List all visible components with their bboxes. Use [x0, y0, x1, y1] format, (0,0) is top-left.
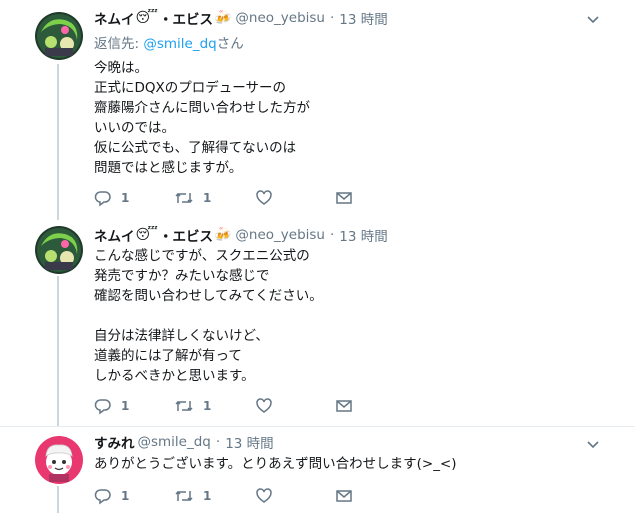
avatar[interactable]: [35, 436, 83, 484]
display-name[interactable]: すみれ: [94, 432, 135, 452]
reply-button[interactable]: 1: [94, 396, 129, 416]
tweet-text: こんな感じですが、スクエニ公式の 発売ですか？みたいな感じで 確認を問い合わせし…: [94, 246, 323, 386]
like-button[interactable]: [255, 396, 273, 416]
tweet-text-line: 齋藤陽介さんに問い合わせした方が: [94, 100, 310, 116]
like-icon: [256, 488, 272, 503]
tweet-text: ありがとうございます。とりあえず問い合わせします(>_<): [94, 454, 457, 474]
tweet-text-line: しかるべきかと思います。: [94, 368, 255, 384]
like-icon: [256, 398, 272, 413]
tweet-text-line: 正式にDQXのプロデューサーの: [94, 80, 286, 96]
chevron-down-icon[interactable]: [585, 11, 601, 27]
tweet-header: ネムイ 😴 ・エビス 🍻 @neo_yebisu · 13 時間: [94, 8, 388, 28]
user-handle[interactable]: @neo_yebisu: [235, 227, 325, 243]
tweet-divider: [0, 426, 635, 427]
tweet-text-line: 道義的には了解が有って: [94, 348, 242, 364]
tweet-text-line: 自分は法律詳しくないけど、: [94, 328, 269, 344]
retweet-count: 1: [203, 399, 212, 413]
tweet-text-line: 発売ですか？みたいな感じで: [94, 268, 270, 284]
reply-count: 1: [121, 399, 130, 413]
reply-to-prefix: 返信先:: [94, 36, 144, 52]
reply-icon: [94, 191, 111, 207]
tweet-text-line: [94, 306, 323, 326]
retweet-button[interactable]: 1: [174, 486, 211, 506]
tweet-text-line: いいのでは。: [94, 120, 175, 136]
user-handle[interactable]: @neo_yebisu: [235, 10, 325, 26]
sleepy-emoji-icon: 😴: [135, 227, 158, 243]
retweet-icon: [175, 400, 193, 412]
tweet-text: 今晩は。 正式にDQXのプロデューサーの 齋藤陽介さんに問い合わせした方が いい…: [94, 58, 310, 178]
reply-button[interactable]: 1: [94, 486, 129, 506]
retweet-icon: [175, 192, 193, 204]
dm-icon: [336, 192, 352, 204]
tweet-text-line: 仮に公式でも、了解得てないのは: [94, 140, 297, 156]
reply-icon: [94, 399, 111, 415]
like-icon: [256, 190, 272, 205]
tweet-actions: 1 1: [94, 188, 364, 208]
tweet-actions: 1 1: [94, 396, 364, 416]
beer-emoji-icon: 🍻: [213, 10, 232, 26]
separator-dot: ·: [329, 227, 335, 243]
retweet-button[interactable]: 1: [174, 188, 211, 208]
user-handle[interactable]: @smile_dq: [138, 434, 211, 450]
tweet-3[interactable]: すみれ @smile_dq · 13 時間 ありがとうございます。とりあえず問い…: [0, 428, 635, 513]
timestamp[interactable]: 13 時間: [339, 8, 387, 28]
retweet-icon: [175, 490, 193, 502]
separator-dot: ·: [215, 434, 221, 450]
retweet-button[interactable]: 1: [174, 396, 211, 416]
direct-message-button[interactable]: [335, 486, 353, 506]
tweet-header: ネムイ 😴 ・エビス 🍻 @neo_yebisu · 13 時間: [94, 225, 388, 245]
like-button[interactable]: [255, 486, 273, 506]
display-name-suffix[interactable]: ・エビス: [159, 225, 213, 245]
tweet-text-line: 今晩は。: [94, 60, 148, 76]
reply-button[interactable]: 1: [94, 188, 129, 208]
beer-emoji-icon: 🍻: [213, 227, 232, 243]
separator-dot: ·: [329, 10, 335, 26]
like-button[interactable]: [255, 188, 273, 208]
display-name[interactable]: ネムイ: [94, 225, 135, 245]
reply-to-suffix: さん: [216, 36, 244, 52]
reply-count: 1: [121, 191, 130, 205]
reply-count: 1: [121, 489, 130, 503]
reply-to-handle[interactable]: @smile_dq: [143, 36, 216, 52]
tweet-text-line: ありがとうございます。とりあえず問い合わせします(>_<): [94, 456, 457, 472]
tweet-text-line: 確認を問い合わせしてみてください。: [94, 288, 323, 304]
sleepy-emoji-icon: 😴: [135, 10, 158, 26]
tweet-text-line: 問題ではと感じますが。: [94, 160, 243, 176]
tweet-1[interactable]: ネムイ 😴 ・エビス 🍻 @neo_yebisu · 13 時間 返信先: @s…: [0, 0, 635, 220]
tweet-2[interactable]: ネムイ 😴 ・エビス 🍻 @neo_yebisu · 13 時間 こんな感じです…: [0, 220, 635, 428]
retweet-count: 1: [203, 489, 212, 503]
reply-icon: [94, 489, 111, 505]
tweet-actions: 1 1: [94, 486, 364, 506]
direct-message-button[interactable]: [335, 188, 353, 208]
display-name[interactable]: ネムイ: [94, 8, 135, 28]
avatar[interactable]: [35, 226, 83, 274]
reply-to: 返信先: @smile_dqさん: [94, 32, 244, 52]
chevron-down-icon[interactable]: [585, 436, 601, 452]
dm-icon: [336, 400, 352, 412]
direct-message-button[interactable]: [335, 396, 353, 416]
avatar[interactable]: [35, 12, 83, 60]
retweet-count: 1: [203, 191, 212, 205]
timestamp[interactable]: 13 時間: [339, 225, 387, 245]
tweet-header: すみれ @smile_dq · 13 時間: [94, 432, 274, 452]
display-name-suffix[interactable]: ・エビス: [159, 8, 213, 28]
timestamp[interactable]: 13 時間: [225, 432, 273, 452]
dm-icon: [336, 490, 352, 502]
tweet-text-line: こんな感じですが、スクエニ公式の: [94, 248, 310, 264]
